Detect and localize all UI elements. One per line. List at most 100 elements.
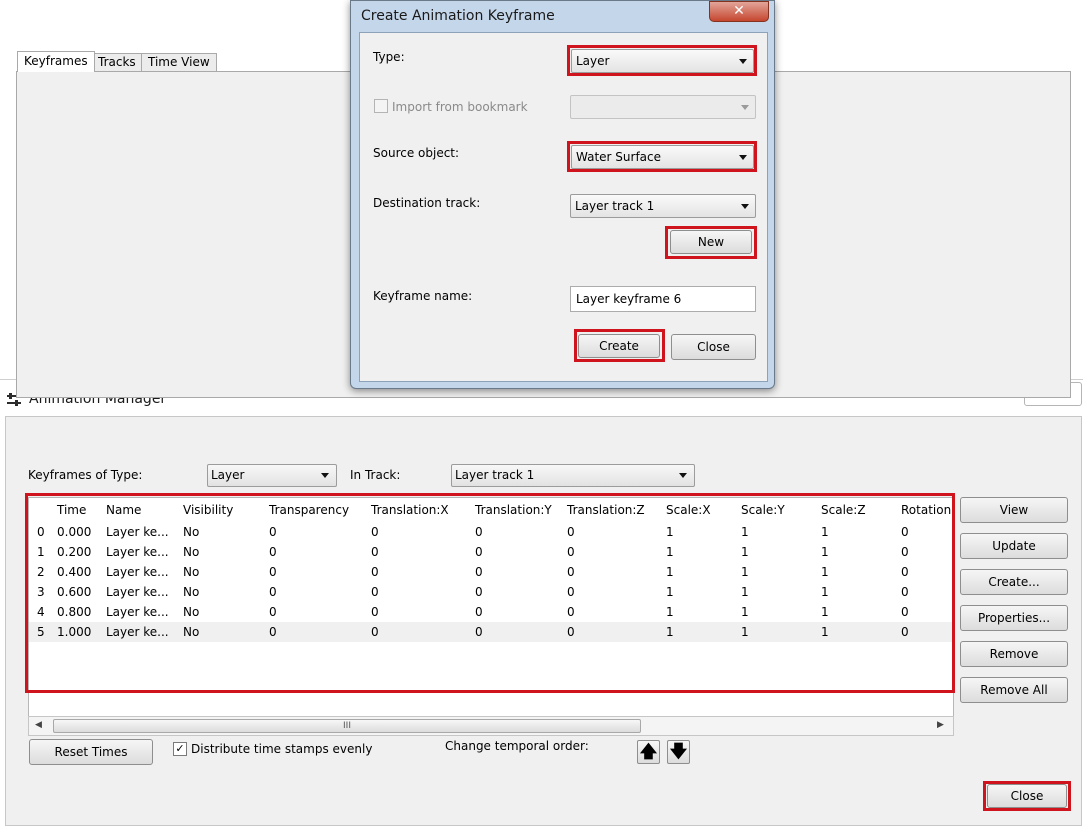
table-cell: 0.600 (57, 585, 92, 599)
source-object-select[interactable]: Water Surface (571, 145, 754, 169)
table-cell: 0 (901, 565, 909, 579)
create-keyframe-button[interactable]: Create... (960, 569, 1068, 595)
table-cell: 2 (37, 565, 45, 579)
move-down-button[interactable]: 🡇 (667, 740, 690, 764)
table-row[interactable]: 5 1.000 Layer ke... No 0 0 0 0 1 1 1 0 (29, 622, 953, 642)
table-cell: 0 (901, 585, 909, 599)
table-cell: 0 (567, 545, 575, 559)
keyframe-type-select[interactable]: Layer (207, 464, 337, 487)
chevron-down-icon (321, 473, 329, 478)
keyframe-name-input[interactable]: Layer keyframe 6 (570, 286, 756, 312)
table-cell: 1 (37, 545, 45, 559)
scroll-right-icon[interactable]: ▶ (937, 720, 944, 730)
table-cell: 0 (269, 545, 277, 559)
table-cell: 0 (567, 565, 575, 579)
arrow-up-icon: 🡅 (639, 742, 658, 762)
table-cell: 1 (821, 585, 829, 599)
table-cell: 0 (901, 605, 909, 619)
table-cell: No (183, 625, 200, 639)
column-header[interactable]: Scale:X (666, 503, 711, 517)
table-cell: 0 (371, 545, 379, 559)
update-button[interactable]: Update (960, 533, 1068, 559)
table-cell: 1 (741, 605, 749, 619)
destination-track-select[interactable]: Layer track 1 (570, 194, 756, 218)
table-cell: 0 (475, 525, 483, 539)
tab-keyframes[interactable]: Keyframes (17, 51, 95, 72)
table-cell: 0 (371, 585, 379, 599)
temporal-order-label: Change temporal order: (445, 739, 589, 753)
move-up-button[interactable]: 🡅 (637, 740, 660, 764)
keyframes-table[interactable]: Time Name Visibility Transparency Translatio… (28, 497, 954, 718)
new-track-button[interactable]: New (670, 230, 752, 254)
dialog-close-text-button[interactable]: Close (671, 334, 756, 360)
in-track-select[interactable]: Layer track 1 (451, 464, 695, 487)
column-header[interactable]: Scale:Y (741, 503, 785, 517)
table-cell: No (183, 585, 200, 599)
column-header[interactable]: Translation:Z (567, 503, 645, 517)
table-cell: 0 (269, 525, 277, 539)
column-header[interactable]: Name (106, 503, 141, 517)
scroll-left-icon[interactable]: ◀ (35, 720, 42, 730)
create-button[interactable]: Create (578, 334, 660, 358)
destination-track-value: Layer track 1 (575, 199, 655, 213)
reset-times-button[interactable]: Reset Times (29, 739, 153, 765)
chevron-down-icon (679, 473, 687, 478)
table-row[interactable]: 2 0.400 Layer ke... No 0 0 0 0 1 1 1 0 (29, 562, 953, 582)
table-cell: 1 (821, 565, 829, 579)
manager-close-button[interactable]: Close (987, 784, 1067, 808)
remove-all-button[interactable]: Remove All (960, 677, 1068, 703)
keyframe-type-label: Keyframes of Type: (28, 468, 143, 482)
source-object-label: Source object: (373, 146, 460, 160)
in-track-label: In Track: (350, 468, 401, 482)
arrow-down-icon: 🡇 (669, 742, 688, 762)
distribute-checkbox[interactable]: ✓ (173, 742, 187, 756)
bookmark-select[interactable] (570, 95, 756, 119)
column-header[interactable]: Rotation (901, 503, 951, 517)
table-row[interactable]: 3 0.600 Layer ke... No 0 0 0 0 1 1 1 0 (29, 582, 953, 602)
table-cell: 1 (741, 565, 749, 579)
table-cell: 1 (666, 605, 674, 619)
table-cell: 0 (371, 625, 379, 639)
column-header[interactable]: Translation:X (371, 503, 449, 517)
table-cell: 0 (475, 625, 483, 639)
table-cell: 0 (371, 605, 379, 619)
keyframe-name-label: Keyframe name: (373, 289, 473, 303)
chevron-down-icon (739, 155, 747, 160)
table-cell: Layer ke... (106, 605, 169, 619)
table-cell: 1 (741, 625, 749, 639)
table-cell: 1 (741, 525, 749, 539)
grip-icon: III (343, 721, 351, 731)
table-cell: 1 (821, 625, 829, 639)
dialog-body: Type: Layer Import from bookmark Source … (359, 32, 768, 382)
column-header[interactable]: Time (57, 503, 86, 517)
table-cell: 1 (821, 525, 829, 539)
view-button[interactable]: View (960, 497, 1068, 523)
checkmark-icon: ✓ (175, 742, 185, 755)
table-cell: 0 (269, 565, 277, 579)
table-row[interactable]: 1 0.200 Layer ke... No 0 0 0 0 1 1 1 0 (29, 542, 953, 562)
table-row[interactable]: 4 0.800 Layer ke... No 0 0 0 0 1 1 1 0 (29, 602, 953, 622)
table-cell: Layer ke... (106, 585, 169, 599)
properties-button[interactable]: Properties... (960, 605, 1068, 631)
column-header[interactable]: Scale:Z (821, 503, 866, 517)
type-select[interactable]: Layer (571, 49, 754, 73)
horizontal-scrollbar[interactable]: ◀ III ▶ (28, 716, 954, 736)
column-header[interactable]: Transparency (269, 503, 349, 517)
remove-button[interactable]: Remove (960, 641, 1068, 667)
in-track-value: Layer track 1 (455, 468, 535, 482)
column-header[interactable]: Visibility (183, 503, 233, 517)
column-header[interactable]: Translation:Y (475, 503, 552, 517)
table-cell: No (183, 605, 200, 619)
table-cell: 0 (567, 525, 575, 539)
import-bookmark-label: Import from bookmark (392, 100, 528, 114)
tab-time-view[interactable]: Time View (141, 53, 217, 71)
import-bookmark-checkbox[interactable] (374, 99, 388, 113)
tab-tracks[interactable]: Tracks (91, 53, 143, 71)
source-object-value: Water Surface (576, 150, 662, 164)
table-cell: 1 (821, 545, 829, 559)
scrollbar-thumb[interactable]: III (53, 719, 641, 733)
table-row[interactable]: 0 0.000 Layer ke... No 0 0 0 0 1 1 1 0 (29, 522, 953, 542)
create-keyframe-dialog: Create Animation Keyframe ✕ Type: Layer … (350, 0, 775, 389)
table-cell: 0 (567, 605, 575, 619)
dialog-close-button[interactable]: ✕ (709, 1, 769, 22)
